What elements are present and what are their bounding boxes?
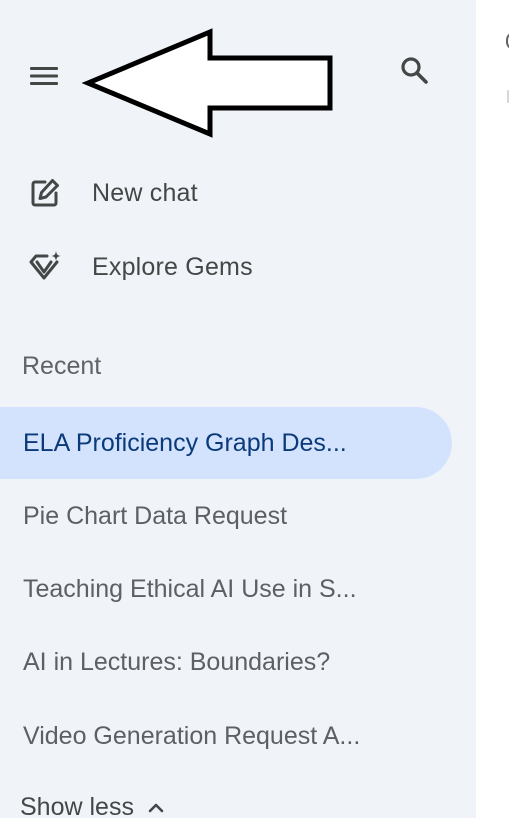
recent-chat-item[interactable]: AI in Lectures: Boundaries? — [0, 626, 452, 698]
app-window: New chat Explore Gems Recent ELA Profici… — [0, 0, 509, 818]
main-content-edge — [476, 0, 509, 818]
recent-chat-item[interactable]: Video Generation Request A... — [0, 700, 452, 772]
sidebar: New chat Explore Gems Recent ELA Profici… — [0, 0, 476, 818]
new-chat-button[interactable]: New chat — [22, 169, 452, 217]
menu-button[interactable] — [22, 54, 66, 98]
chevron-up-icon — [148, 801, 164, 813]
recent-chat-label: Video Generation Request A... — [23, 721, 361, 750]
recent-chat-label: Teaching Ethical AI Use in S... — [23, 574, 357, 603]
search-button[interactable] — [392, 48, 436, 92]
left-arrow-annotation-icon — [81, 28, 336, 145]
recent-chat-item[interactable]: Teaching Ethical AI Use in S... — [0, 553, 452, 625]
show-less-label: Show less — [20, 792, 134, 818]
new-chat-label: New chat — [92, 178, 198, 207]
search-icon — [401, 57, 428, 84]
recent-chat-label: AI in Lectures: Boundaries? — [23, 647, 331, 676]
recent-chat-item[interactable]: ELA Proficiency Graph Des... — [0, 407, 452, 479]
recent-chat-label: Pie Chart Data Request — [23, 501, 288, 530]
hamburger-menu-icon — [30, 67, 58, 85]
explore-gems-label: Explore Gems — [92, 252, 253, 281]
gem-sparkle-icon — [22, 244, 68, 290]
explore-gems-button[interactable]: Explore Gems — [22, 243, 452, 291]
recent-chat-item[interactable]: Pie Chart Data Request — [0, 480, 452, 552]
recent-heading: Recent — [22, 352, 102, 380]
edit-square-icon — [22, 170, 68, 216]
show-less-button[interactable]: Show less — [20, 790, 164, 818]
recent-chat-label: ELA Proficiency Graph Des... — [23, 428, 347, 457]
